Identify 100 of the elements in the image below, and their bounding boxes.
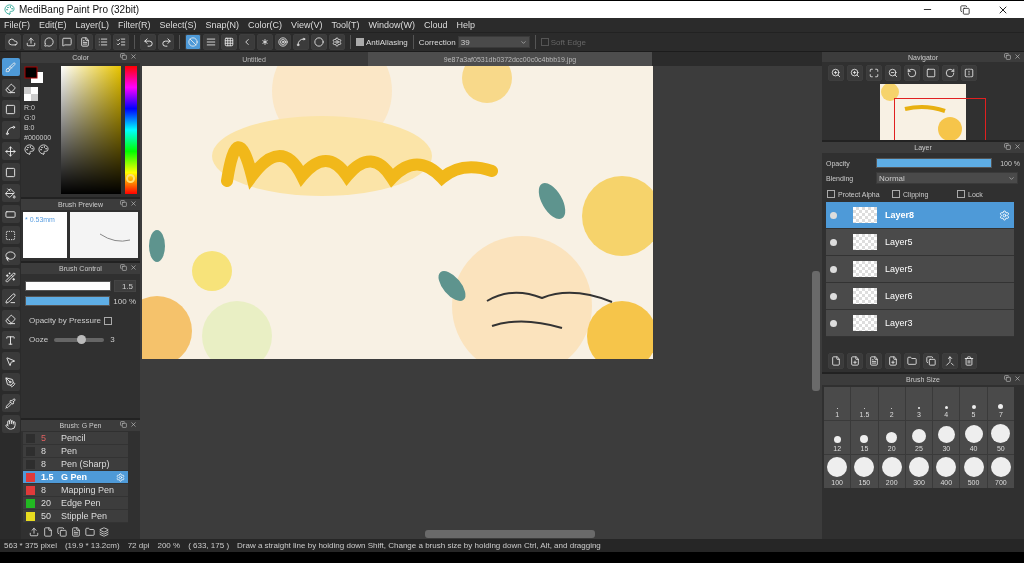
copy-button[interactable] — [923, 353, 939, 369]
grid-button[interactable] — [221, 34, 237, 50]
rectangle-selection-tool-button[interactable] — [1, 226, 20, 244]
magic-wand-tool-button[interactable] — [1, 268, 20, 286]
text-tool-button[interactable] — [1, 331, 20, 349]
slider-thumb[interactable] — [126, 173, 136, 183]
brush-list-item[interactable]: 5 Pencil — [23, 432, 128, 445]
rotate-left-icon — [907, 68, 917, 78]
perspective-lines-button[interactable] — [239, 34, 255, 50]
document-button[interactable] — [866, 353, 882, 369]
menu-item[interactable]: Help — [456, 20, 475, 30]
new-layer-button[interactable] — [847, 353, 863, 369]
eraser-icon — [5, 82, 16, 94]
pointer-tool-button[interactable] — [1, 352, 20, 370]
paint-bucket-tool-button[interactable] — [1, 184, 20, 202]
settings-button[interactable] — [329, 34, 345, 50]
brush-list-item[interactable]: 8 Mapping Pen — [23, 484, 128, 497]
visibility-dot-icon[interactable] — [830, 265, 837, 273]
document-button[interactable] — [77, 34, 93, 50]
menu-item[interactable]: Layer(L) — [75, 20, 110, 30]
checkbox[interactable] — [892, 190, 900, 198]
color-swatches-icon[interactable] — [24, 66, 44, 84]
eraser-tool-button[interactable] — [1, 79, 20, 97]
eyedropper-tool-button[interactable] — [1, 394, 20, 412]
brush-size-slider[interactable] — [25, 281, 111, 291]
ooze-slider[interactable] — [54, 337, 105, 342]
snap-off-button[interactable] — [185, 34, 201, 50]
checklist-button[interactable] — [113, 34, 129, 50]
undo-button[interactable] — [140, 34, 156, 50]
visibility-dot-icon[interactable] — [830, 238, 837, 246]
menu-item[interactable]: Tool(T) — [331, 20, 360, 30]
transparent-swatch-icon[interactable] — [24, 87, 38, 101]
menu-item[interactable]: View(V) — [291, 20, 323, 30]
menu-item[interactable]: Edit(E) — [39, 20, 67, 30]
menu-item[interactable]: File(F) — [4, 20, 30, 30]
layer-thumbnail — [853, 207, 877, 223]
selection-pen-tool-button[interactable] — [1, 289, 20, 307]
curve-button[interactable] — [293, 34, 309, 50]
zoom-in-button[interactable] — [847, 65, 863, 81]
layer-item[interactable]: Layer3 — [826, 310, 1014, 337]
folder-button[interactable] — [904, 353, 920, 369]
status-text: 563 * 375 pixel — [4, 541, 57, 550]
checkbox[interactable] — [104, 316, 113, 325]
visibility-dot-icon[interactable] — [830, 292, 837, 300]
visibility-dot-icon[interactable] — [830, 211, 837, 219]
brush-list-item[interactable]: 8 Pen — [23, 445, 128, 458]
checkbox[interactable] — [957, 190, 965, 198]
move-tool-button[interactable] — [1, 142, 20, 160]
caret-icon — [1008, 174, 1015, 182]
new-layer-button[interactable] — [828, 353, 844, 369]
checkbox[interactable] — [827, 190, 835, 198]
merge-button[interactable] — [942, 353, 958, 369]
viewport-frame[interactable] — [894, 98, 986, 140]
zoom-in-button[interactable] — [828, 65, 844, 81]
pen-tool-button[interactable] — [1, 373, 20, 391]
circle-button[interactable] — [311, 34, 327, 50]
layer-item[interactable]: Layer5 — [826, 256, 1014, 283]
layer-item[interactable]: Layer5 — [826, 229, 1014, 256]
brush-tool-button[interactable] — [1, 58, 20, 76]
menu-item[interactable]: Window(W) — [368, 20, 415, 30]
concentric-circles-button[interactable] — [275, 34, 291, 50]
correction-dropdown[interactable]: 39 — [457, 36, 530, 48]
hand-tool-button[interactable] — [1, 415, 20, 433]
list-button[interactable] — [95, 34, 111, 50]
blending-dropdown[interactable]: Normal — [876, 172, 1018, 184]
brush-size-value[interactable]: 1.5 — [114, 280, 136, 292]
layer-opacity-slider[interactable] — [876, 158, 993, 168]
rectangle-selection-icon — [5, 229, 16, 241]
brush-list-item[interactable]: 50 Stipple Pen — [23, 510, 128, 523]
slider-thumb[interactable] — [76, 334, 86, 344]
layer-item[interactable]: Layer6 — [826, 283, 1014, 310]
lasso-tool-button[interactable] — [1, 247, 20, 265]
trash-button[interactable] — [961, 353, 977, 369]
message-button[interactable] — [59, 34, 75, 50]
square-tool-button[interactable] — [1, 100, 20, 118]
visibility-dot-icon[interactable] — [830, 319, 837, 327]
brush-list-item[interactable]: 20 Edge Pen — [23, 497, 128, 510]
rotate-right-button[interactable] — [942, 65, 958, 81]
add-layer-button[interactable] — [885, 353, 901, 369]
rotate-left-button[interactable] — [904, 65, 920, 81]
checkbox[interactable] — [356, 38, 364, 46]
opacity-slider[interactable] — [25, 296, 111, 306]
upload-icon — [29, 527, 39, 537]
radial-lines-button[interactable] — [257, 34, 273, 50]
menu-item[interactable]: Color(C) — [248, 20, 283, 30]
parallel-lines-button[interactable] — [203, 34, 219, 50]
upload-button[interactable] — [23, 34, 39, 50]
menu-item[interactable]: Snap(N) — [205, 20, 240, 30]
brush-list-item[interactable]: 8 Pen (Sharp) — [23, 458, 128, 471]
speech-bubble-button[interactable] — [41, 34, 57, 50]
menu-item[interactable]: Select(S) — [159, 20, 197, 30]
redo-button[interactable] — [158, 34, 174, 50]
fit-button[interactable] — [866, 65, 882, 81]
zoom-out-button[interactable] — [885, 65, 901, 81]
hue-slider[interactable] — [125, 66, 137, 194]
color-picker-square[interactable] — [61, 66, 122, 194]
menu-item[interactable]: Cloud — [423, 20, 448, 30]
menu-item[interactable]: Filter(R) — [118, 20, 151, 30]
cloud-button[interactable] — [5, 34, 21, 50]
selection-eraser-tool-button[interactable] — [1, 310, 20, 328]
